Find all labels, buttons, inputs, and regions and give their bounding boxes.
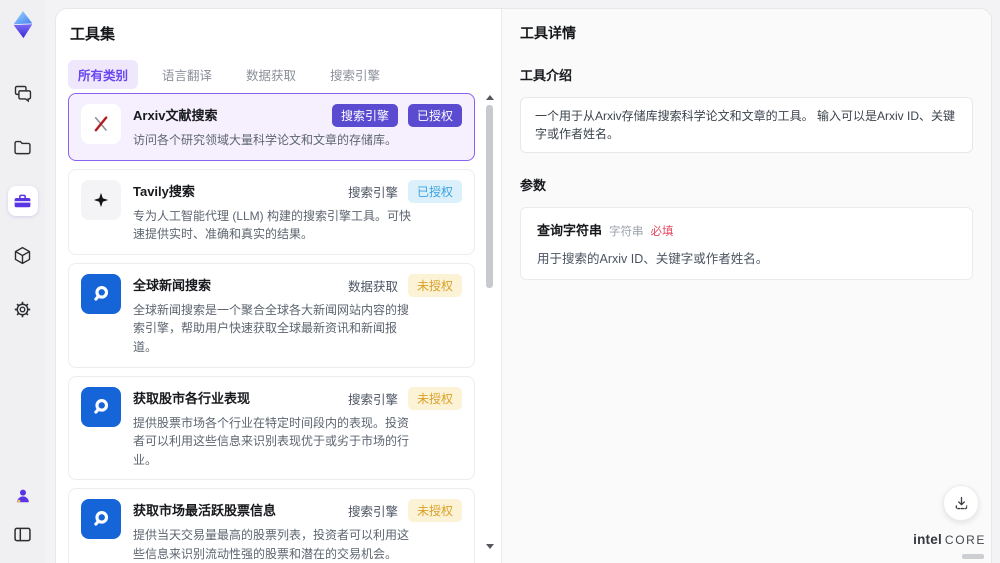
sidebar-item-chat[interactable]: [8, 78, 38, 108]
toolset-pane: 工具集 所有类别 语言翻译 数据获取 搜索引擎 Arxiv文献搜索 搜索引擎 已…: [56, 9, 501, 563]
tool-name: 获取市场最活跃股票信息: [133, 503, 277, 519]
tool-category-tag: 搜索引擎: [331, 104, 398, 127]
tool-name: Arxiv文献搜索: [133, 108, 218, 123]
auth-status-badge: 已授权: [407, 104, 462, 127]
chat-icon: [12, 83, 33, 104]
auth-status-badge: 已授权: [407, 179, 462, 203]
toolbox-icon: [12, 191, 33, 212]
tool-description: 提供股票市场各个行业在特定时间段内的表现。投资者可以利用这些信息来识别表现优于或…: [133, 415, 410, 467]
search-blue-icon: [81, 386, 121, 427]
tool-card[interactable]: Arxiv文献搜索 搜索引擎 已授权 访问各个研究领域大量科学论文和文章的存储库…: [68, 93, 475, 161]
intro-text: 一个用于从Arxiv存储库搜索科学论文和文章的工具。 输入可以是Arxiv ID…: [520, 97, 973, 153]
sidebar-item-settings[interactable]: [8, 294, 38, 324]
param-name: 查询字符串: [537, 223, 603, 238]
brand-core: CORE: [944, 533, 986, 547]
auth-status-badge: 未授权: [407, 273, 462, 297]
tool-category-tag: 数据获取: [347, 279, 398, 294]
sparkle-icon: [81, 179, 121, 220]
param-card: 查询字符串 字符串 必填 用于搜索的Arxiv ID、关键字或作者姓名。: [520, 207, 973, 280]
tool-card[interactable]: Tavily搜索 搜索引擎 已授权 专为人工智能代理 (LLM) 构建的搜索引擎…: [68, 168, 475, 255]
sidebar-item-plugins[interactable]: [8, 240, 38, 270]
arxiv-icon: [81, 104, 121, 144]
category-tab[interactable]: 数据获取: [236, 60, 306, 89]
download-button[interactable]: [943, 485, 979, 521]
folder-icon: [12, 137, 33, 158]
scroll-down-arrow[interactable]: [486, 544, 494, 549]
tool-description: 提供当天交易量最高的股票列表，投资者可以利用这些信息来识别流动性强的股票和潜在的…: [133, 528, 410, 561]
sidebar-item-account[interactable]: [8, 481, 38, 511]
detail-title: 工具详情: [520, 25, 576, 41]
tool-description: 全球新闻搜索是一个聚合全球各大新闻网站内容的搜索引擎，帮助用户快速获取全球最新资…: [133, 302, 410, 354]
package-icon: [12, 245, 33, 266]
category-tab[interactable]: 搜索引擎: [320, 60, 390, 89]
brand-intel: intel: [913, 532, 942, 547]
search-blue-icon: [81, 499, 121, 540]
download-icon: [952, 494, 971, 513]
intel-core-logo: intel CORE: [913, 531, 986, 549]
tool-description: 专为人工智能代理 (LLM) 构建的搜索引擎工具。可快速提供实时、准确和真实的结…: [133, 208, 412, 242]
tool-description: 访问各个研究领域大量科学论文和文章的存储库。: [133, 133, 398, 147]
sidebar-item-files[interactable]: [8, 132, 38, 162]
category-tab[interactable]: 所有类别: [68, 60, 139, 89]
auth-status-badge: 未授权: [407, 386, 462, 410]
gem-logo: [9, 10, 37, 40]
tool-detail-pane: 工具详情 工具介绍 一个用于从Arxiv存储库搜索科学论文和文章的工具。 输入可…: [501, 9, 991, 563]
user-icon: [13, 486, 33, 506]
tool-name: 获取股市各行业表现: [133, 390, 251, 406]
category-tabs: 所有类别 语言翻译 数据获取 搜索引擎: [68, 60, 501, 89]
toolset-title: 工具集: [70, 26, 116, 43]
scrollbar-thumb[interactable]: [486, 105, 493, 288]
params-heading: 参数: [520, 178, 547, 193]
sidebar-item-tools[interactable]: [7, 186, 38, 216]
tool-card[interactable]: 全球新闻搜索 数据获取 未授权 全球新闻搜索是一个聚合全球各大新闻网站内容的搜索…: [68, 262, 475, 368]
main-window: 工具集 所有类别 语言翻译 数据获取 搜索引擎 Arxiv文献搜索 搜索引擎 已…: [55, 8, 992, 563]
param-description: 用于搜索的Arxiv ID、关键字或作者姓名。: [537, 252, 769, 266]
intro-heading: 工具介绍: [520, 68, 573, 83]
tool-card[interactable]: 获取股市各行业表现 搜索引擎 未授权 提供股票市场各个行业在特定时间段内的表现。…: [68, 375, 475, 481]
panel-toggle-icon: [12, 524, 33, 545]
tool-category-tag: 搜索引擎: [347, 185, 398, 200]
settings-icon: [12, 299, 33, 320]
tool-category-tag: 搜索引擎: [347, 392, 398, 407]
search-blue-icon: [81, 273, 121, 314]
sidebar-item-panel-toggle[interactable]: [8, 519, 38, 549]
category-tab[interactable]: 语言翻译: [152, 60, 222, 89]
scroll-up-arrow[interactable]: [486, 95, 494, 100]
auth-status-badge: 未授权: [407, 499, 462, 523]
tool-name: 全球新闻搜索: [133, 277, 212, 293]
tool-category-tag: 搜索引擎: [347, 505, 398, 520]
brand-sub-mark: [962, 554, 984, 559]
tool-list: Arxiv文献搜索 搜索引擎 已授权 访问各个研究领域大量科学论文和文章的存储库…: [68, 93, 475, 563]
tool-name: Tavily搜索: [133, 183, 195, 199]
tool-list-scrollbar: [485, 95, 495, 549]
param-type: 字符串: [609, 226, 644, 238]
app-sidebar: [0, 0, 45, 563]
tool-card[interactable]: 获取市场最活跃股票信息 搜索引擎 未授权 提供当天交易量最高的股票列表，投资者可…: [68, 488, 475, 563]
param-required-flag: 必填: [650, 226, 674, 238]
params-list: 查询字符串 字符串 必填 用于搜索的Arxiv ID、关键字或作者姓名。: [520, 207, 973, 280]
